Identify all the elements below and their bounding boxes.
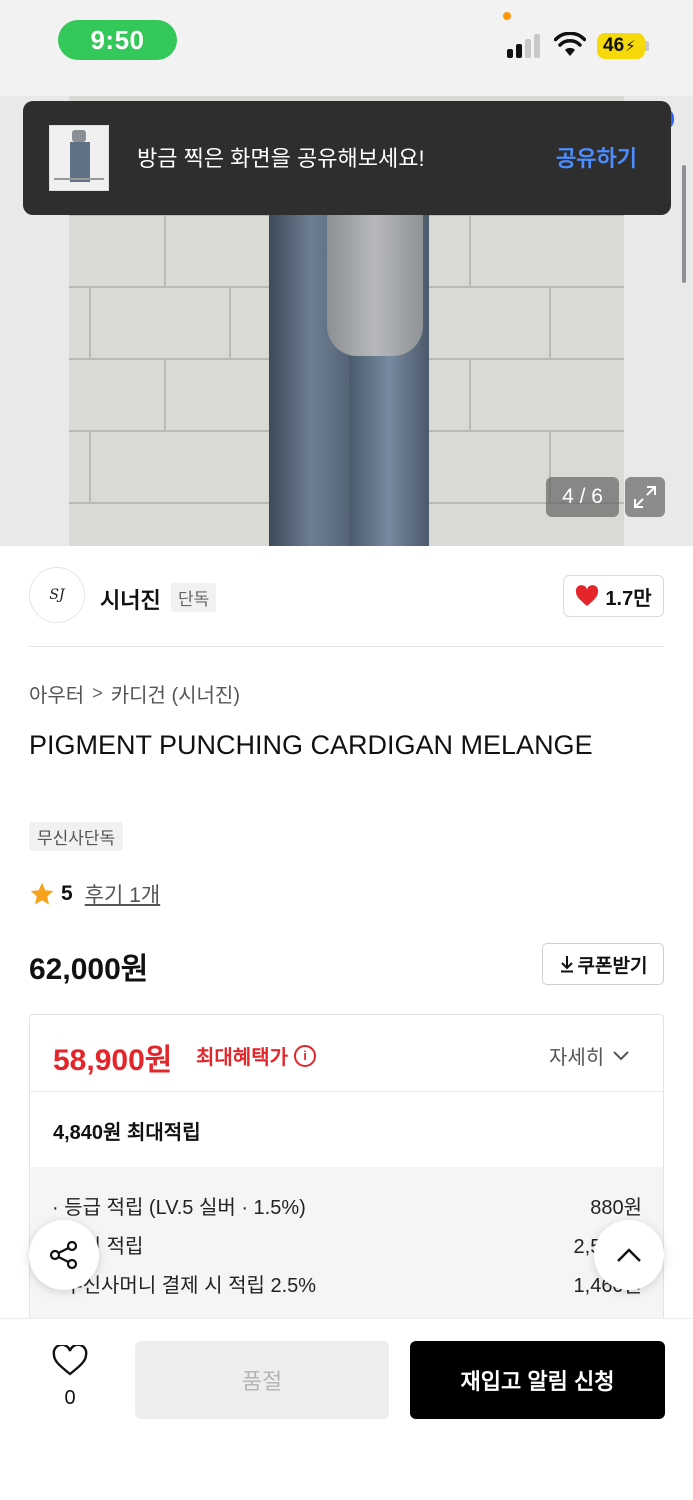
info-icon[interactable]: i <box>294 1044 316 1067</box>
max-points-total: 4,840원 최대적립 <box>53 1122 201 1144</box>
share-toast: 방금 찍은 화면을 공유해보세요! 공유하기 <box>23 101 671 215</box>
points-row-label: · 무신사머니 결제 시 적립 2.5% <box>52 1275 317 1297</box>
wishlist-button[interactable] <box>50 1343 90 1382</box>
chevron-right-icon: > <box>92 683 103 703</box>
reviews-link[interactable]: 후기 1개 <box>85 879 160 909</box>
expand-icon[interactable] <box>625 477 665 517</box>
scroll-to-top-button[interactable] <box>594 1220 664 1290</box>
battery-level: 46 <box>603 35 625 56</box>
points-row-label: · 등급 적립 (LV.5 실버 · 1.5%) <box>52 1197 306 1219</box>
image-page-indicator: 4 / 6 <box>546 477 619 517</box>
signal-icon <box>507 34 543 58</box>
heart-filled-icon <box>576 585 599 606</box>
bottom-action-bar: 0 품절 재입고 알림 신청 <box>0 1318 693 1500</box>
toast-message: 방금 찍은 화면을 공유해보세요! <box>137 146 425 171</box>
status-bar: 9:50 46 ⚡ <box>0 0 693 96</box>
status-time: 9:50 <box>58 20 177 60</box>
coupon-label: 쿠폰받기 <box>577 955 648 977</box>
battery-icon: 46 ⚡ <box>597 33 645 59</box>
coupon-button[interactable]: 쿠폰받기 <box>542 943 664 985</box>
benefit-header[interactable]: 58,900원 최대혜택가 i 자세히 <box>30 1015 663 1091</box>
rating-score: 5 <box>61 882 73 905</box>
product-title: PIGMENT PUNCHING CARDIGAN MELANGE <box>29 730 593 760</box>
brand-logo[interactable]: SJ <box>29 567 85 623</box>
details-toggle[interactable]: 자세히 <box>549 1041 630 1070</box>
max-benefit-label: 최대혜택가 i <box>196 1041 316 1070</box>
sold-out-button[interactable]: 품절 <box>135 1341 389 1419</box>
wifi-icon <box>554 32 586 56</box>
breadcrumb: 아우터 > 카디건 (시너진) <box>29 679 240 708</box>
like-count: 1.7만 <box>605 587 652 610</box>
restock-alert-button[interactable]: 재입고 알림 신청 <box>410 1341 665 1419</box>
divider <box>30 1091 663 1092</box>
max-benefit-panel: 58,900원 최대혜택가 i 자세히 4,840원 최대적립 · 등급 적립 … <box>29 1014 664 1324</box>
share-button[interactable]: 공유하기 <box>556 141 637 173</box>
brand-name[interactable]: 시너진 <box>100 583 161 615</box>
heart-outline-icon <box>52 1343 88 1376</box>
details-label: 자세히 <box>549 1047 605 1069</box>
points-row: · 등급 적립 (LV.5 실버 · 1.5%) 880원 <box>52 1191 642 1220</box>
points-breakdown: · 등급 적립 (LV.5 실버 · 1.5%) 880원 · 후기 적립 2,… <box>30 1167 663 1323</box>
breadcrumb-item-subcategory[interactable]: 카디건 (시너진) <box>111 679 240 708</box>
points-row: · 후기 적립 2,500원 <box>52 1230 642 1259</box>
privacy-indicator <box>503 12 511 20</box>
rating: 5 후기 1개 <box>29 879 160 909</box>
brand-exclusive-badge: 단독 <box>171 583 217 612</box>
star-icon <box>30 882 54 905</box>
max-benefit-price: 58,900원 <box>53 1044 173 1077</box>
wishlist-count: 0 <box>64 1387 76 1409</box>
like-button[interactable]: 1.7만 <box>563 575 664 617</box>
battery-tip <box>645 41 649 51</box>
max-benefit-label-text: 최대혜택가 <box>196 1047 288 1069</box>
brand-logo-text: SJ <box>49 587 65 603</box>
points-row-amount: 880원 <box>590 1197 642 1219</box>
scroll-indicator[interactable] <box>682 165 686 283</box>
exclusive-badge: 무신사단독 <box>29 822 124 851</box>
share-icon <box>49 1240 78 1270</box>
chevron-up-icon <box>617 1248 641 1262</box>
points-row: · 무신사머니 결제 시 적립 2.5% 1,460원 <box>52 1269 642 1298</box>
screenshot-thumbnail[interactable] <box>49 125 109 191</box>
download-icon <box>560 956 573 973</box>
divider <box>29 646 664 647</box>
breadcrumb-item-category[interactable]: 아우터 <box>29 679 84 708</box>
product-price: 62,000원 <box>29 953 149 986</box>
chevron-down-icon <box>613 1050 629 1060</box>
share-fab[interactable] <box>29 1220 99 1290</box>
